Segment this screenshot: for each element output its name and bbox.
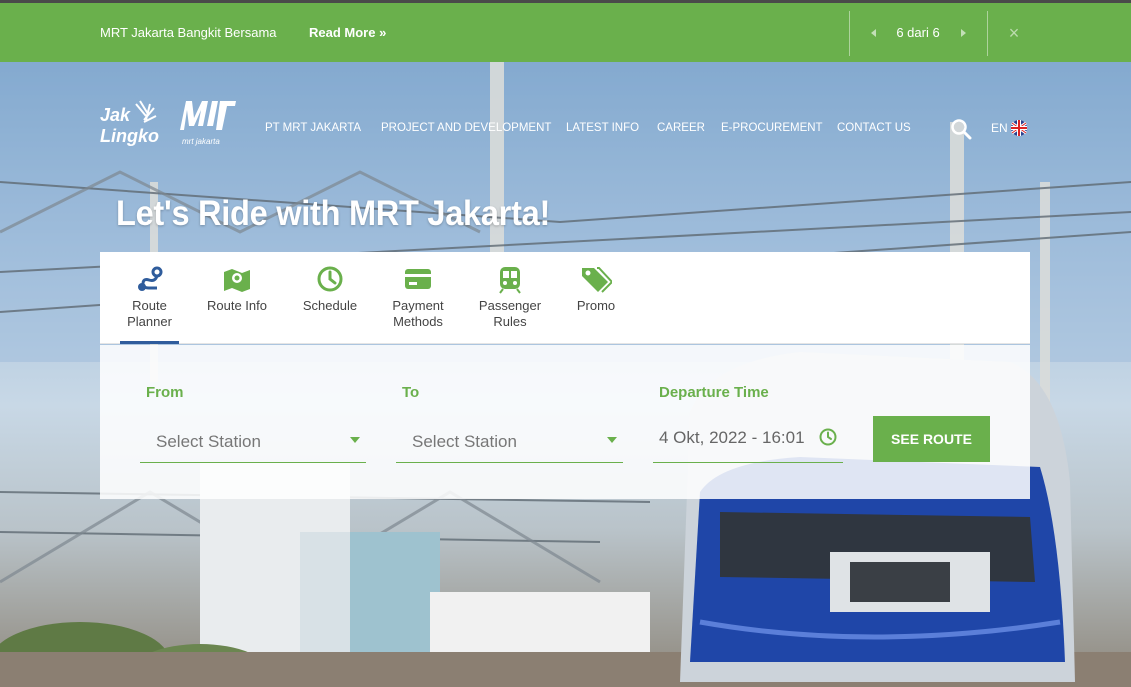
language-switcher[interactable]: EN — [991, 120, 1027, 136]
route-planner-form: From Select Station To Select Station De… — [100, 345, 1030, 499]
clock-icon — [317, 266, 343, 292]
route-icon — [137, 266, 162, 291]
tab-label: Route Info — [207, 298, 267, 313]
tab-schedule[interactable]: Schedule — [300, 264, 360, 314]
close-icon[interactable]: × — [1003, 19, 1025, 47]
card-icon — [405, 269, 431, 289]
departure-time-value: 4 Okt, 2022 - 16:01 — [659, 428, 805, 447]
to-station-select[interactable]: Select Station — [396, 420, 623, 463]
tab-route-info[interactable]: Route Info — [203, 264, 271, 314]
tab-payment-methods[interactable]: Payment Methods — [387, 264, 449, 330]
jaklingko-logo-text1: Jak — [100, 105, 131, 125]
tab-promo[interactable]: Promo — [570, 264, 622, 314]
divider — [849, 11, 850, 56]
tab-label: Schedule — [302, 298, 358, 313]
tab-passenger-rules[interactable]: Passenger Rules — [474, 264, 546, 330]
mrt-logo-caption: mrt jakarta — [182, 137, 220, 146]
nav-item-career[interactable]: CAREER — [657, 122, 705, 134]
chevron-down-icon — [607, 437, 617, 443]
jaklingko-emblem-icon — [135, 100, 157, 123]
departure-label: Departure Time — [659, 384, 769, 401]
announcement-bar: MRT Jakarta Bangkit Bersama Read More » … — [0, 3, 1131, 62]
next-arrow-icon[interactable] — [953, 21, 973, 45]
uk-flag-icon — [1010, 120, 1027, 136]
jaklingko-logo-text2: Lingko — [100, 126, 159, 146]
site-logo[interactable]: Jak Lingko mrt jakarta — [100, 96, 240, 148]
announcement-title[interactable]: MRT Jakarta Bangkit Bersama — [100, 25, 277, 40]
clock-icon — [819, 428, 837, 446]
language-label: EN — [991, 121, 1008, 135]
tab-label: Passenger Rules — [478, 298, 542, 329]
from-station-select[interactable]: Select Station — [140, 420, 366, 463]
service-tabs: Route Planner Route Info Schedule Paymen… — [100, 252, 1030, 344]
train-icon — [499, 267, 521, 294]
departure-time-field[interactable]: 4 Okt, 2022 - 16:01 — [653, 420, 843, 463]
search-icon[interactable] — [950, 118, 972, 140]
nav-item-pt-mrt-jakarta[interactable]: PT MRT JAKARTA — [265, 122, 361, 134]
nav-item-latest-info[interactable]: LATEST INFO — [566, 122, 639, 134]
tags-icon — [582, 267, 612, 293]
chevron-down-icon — [350, 437, 360, 443]
tab-route-planner[interactable]: Route Planner — [120, 264, 179, 344]
from-label: From — [146, 384, 184, 401]
to-station-value: Select Station — [412, 432, 517, 451]
hero-headline: Let's Ride with MRT Jakarta! — [116, 194, 551, 233]
announcement-counter: 6 dari 6 — [896, 25, 940, 40]
to-label: To — [402, 384, 420, 401]
divider — [987, 11, 988, 56]
see-route-button[interactable]: SEE ROUTE — [873, 416, 990, 462]
nav-item-contact-us[interactable]: CONTACT US — [837, 122, 911, 134]
tab-label: Promo — [576, 298, 616, 313]
tab-label: Route Planner — [127, 298, 172, 329]
read-more-link[interactable]: Read More » — [309, 25, 386, 40]
prev-arrow-icon[interactable] — [864, 21, 884, 45]
mrt-logo-icon — [180, 101, 236, 130]
tab-label: Payment Methods — [392, 298, 444, 329]
nav-item-e-procurement[interactable]: E-PROCUREMENT — [721, 122, 823, 134]
from-station-value: Select Station — [156, 432, 261, 451]
nav-item-project-and-development[interactable]: PROJECT AND DEVELOPMENT — [381, 122, 551, 134]
map-icon — [224, 269, 250, 292]
